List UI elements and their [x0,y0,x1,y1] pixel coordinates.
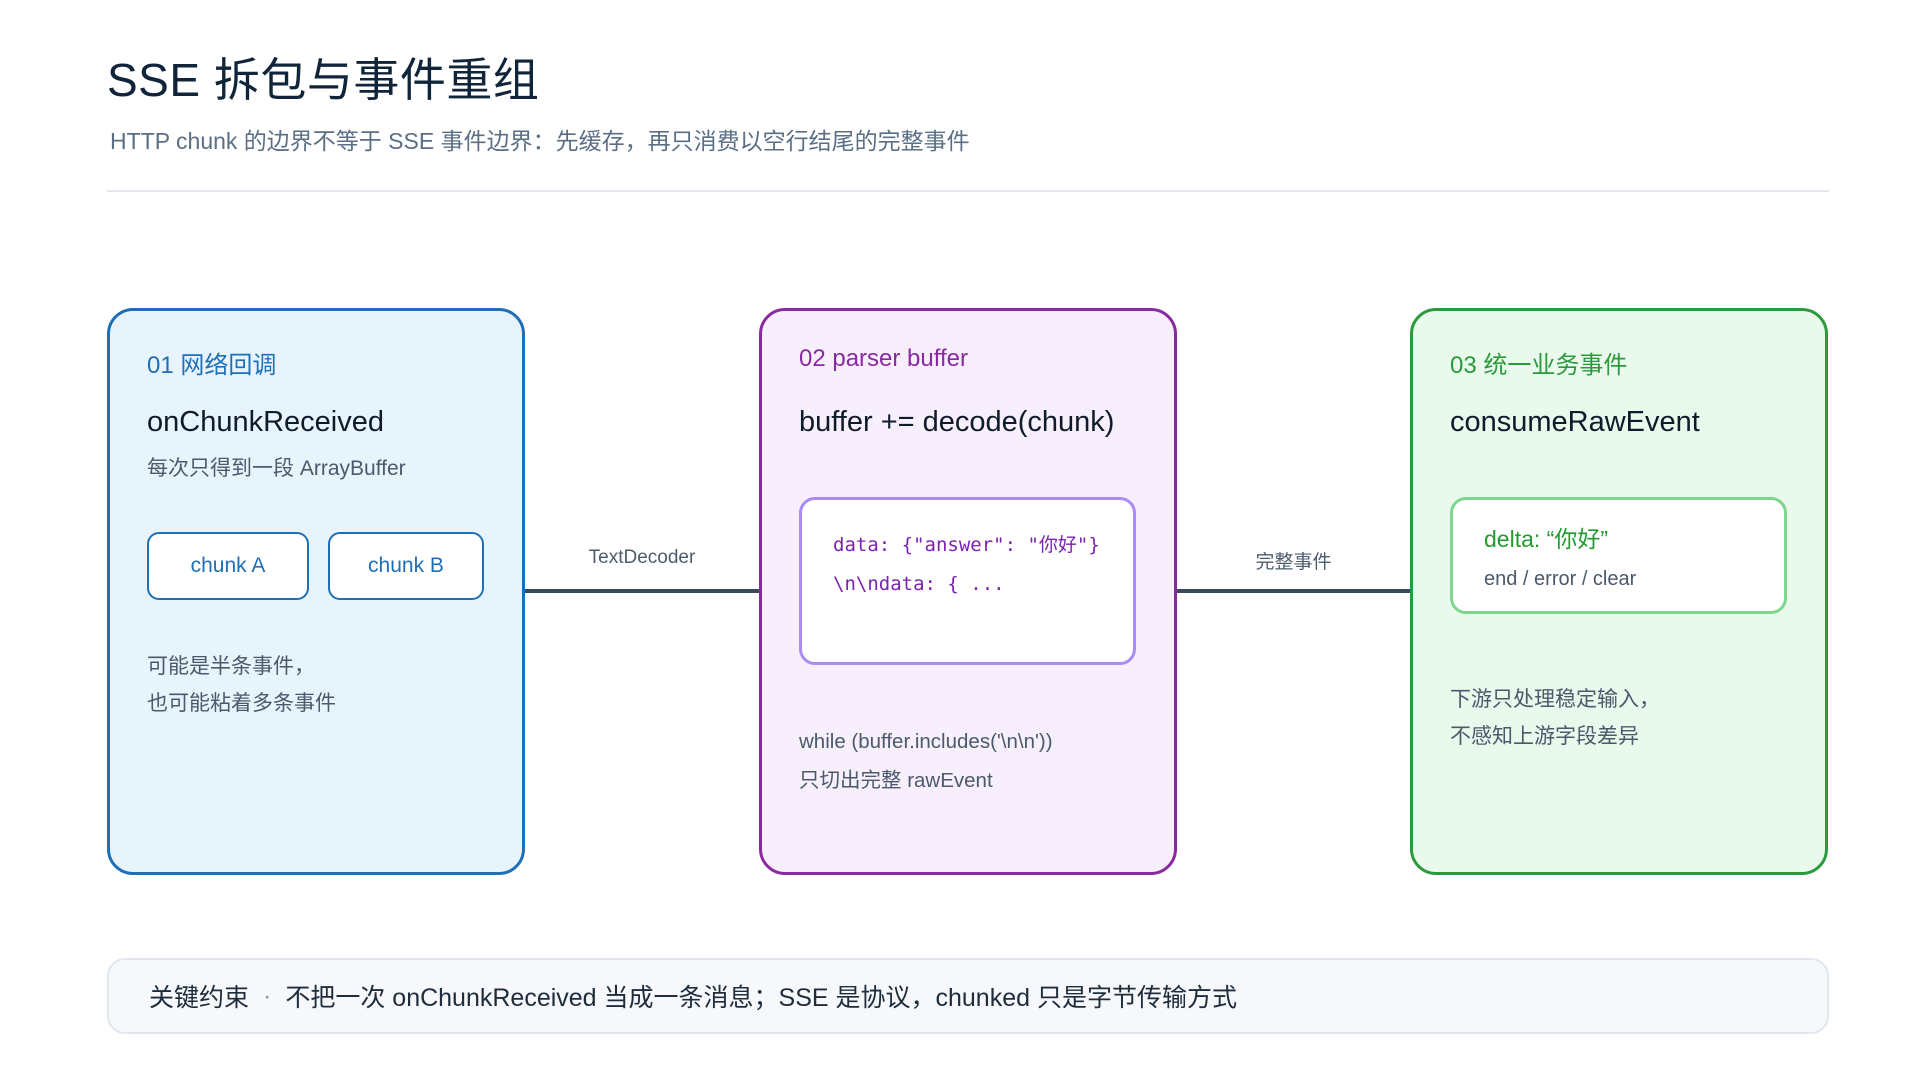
key-constraint-label: 关键约束 [149,984,250,1012]
stage-3-heading: consumeRawEvent [1450,406,1700,438]
key-constraint-banner: 关键约束 · 不把一次 onChunkReceived 当成一条消息；SSE 是… [107,958,1829,1034]
connector-2 [1177,589,1410,593]
stage-2-note-line: 只切出完整 rawEvent [799,769,993,792]
stage-1-note: 可能是半条事件， 也可能粘着多条事件 [147,648,336,722]
event-output-box: delta: “你好” end / error / clear [1450,497,1787,614]
stage-1-heading: onChunkReceived [147,406,384,438]
stage-card-parser-buffer: 02 parser buffer buffer += decode(chunk)… [759,308,1177,875]
stage-2-note-line: while (buffer.includes('\n\n')) [799,730,1053,753]
connector-1 [525,589,759,593]
connector-2-label: 完整事件 [1255,552,1332,573]
page-title: SSE 拆包与事件重组 [107,54,540,106]
stage-3-note-line: 下游只处理稳定输入， [1450,688,1660,711]
stage-3-step: 03 统一业务事件 [1450,352,1628,379]
stage-3-note: 下游只处理稳定输入， 不感知上游字段差异 [1450,681,1660,755]
buffer-code-text: data: {"answer": "你好"}\n\ndata: { ... [833,534,1100,595]
key-constraint-text: 不把一次 onChunkReceived 当成一条消息；SSE 是协议，chun… [285,984,1237,1012]
connector-1-label: TextDecoder [588,547,696,568]
chunk-a-chip: chunk A [147,532,309,600]
key-constraint-separator: · [263,981,272,1010]
page-subtitle: HTTP chunk 的边界不等于 SSE 事件边界：先缓存，再只消费以空行结尾… [110,128,970,154]
stage-1-step: 01 网络回调 [147,352,277,379]
chunk-b-chip: chunk B [328,532,484,600]
stage-1-description: 每次只得到一段 ArrayBuffer [147,457,406,480]
stage-card-network-callback: 01 网络回调 onChunkReceived 每次只得到一段 ArrayBuf… [107,308,525,875]
stage-2-step: 02 parser buffer [799,345,968,372]
stage-1-note-line: 可能是半条事件， [147,655,315,678]
event-output-types: end / error / clear [1484,568,1637,590]
stage-2-note: while (buffer.includes('\n\n')) 只切出完整 ra… [799,722,1053,800]
buffer-code-box: data: {"answer": "你好"}\n\ndata: { ... [799,497,1136,665]
header-divider [107,190,1829,192]
event-output-delta: delta: “你好” [1484,526,1608,552]
stage-1-note-line: 也可能粘着多条事件 [147,692,336,715]
stage-3-note-line: 不感知上游字段差异 [1450,725,1639,748]
stage-2-heading: buffer += decode(chunk) [799,406,1115,438]
stage-card-business-event: 03 统一业务事件 consumeRawEvent delta: “你好” en… [1410,308,1828,875]
